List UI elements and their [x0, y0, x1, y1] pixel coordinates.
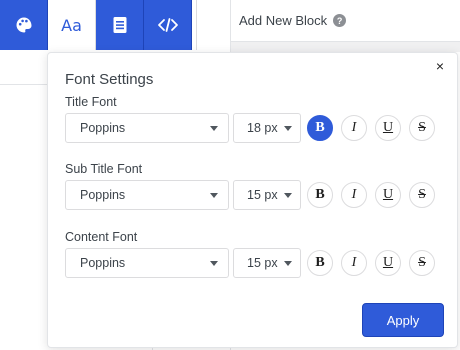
- code-tab[interactable]: [144, 0, 192, 50]
- close-button[interactable]: ×: [433, 59, 447, 73]
- subtitle-underline-button[interactable]: U: [375, 182, 401, 208]
- title-font-section: Title Font Poppins 18 px B I U S: [65, 95, 435, 143]
- subtitle-font-value: Poppins: [80, 188, 126, 202]
- title-underline-button[interactable]: U: [375, 115, 401, 141]
- content-italic-button[interactable]: I: [341, 250, 367, 276]
- add-new-block-header[interactable]: Add New Block ?: [231, 0, 460, 42]
- document-tab[interactable]: [96, 0, 144, 50]
- document-icon: [113, 17, 126, 33]
- subtitle-font-section: Sub Title Font Poppins 15 px B I U S: [65, 162, 435, 210]
- panel-divider: [196, 0, 197, 50]
- palette-tab[interactable]: [0, 0, 48, 50]
- title-size-select[interactable]: 18 px: [233, 113, 301, 143]
- chevron-down-icon: [210, 125, 218, 131]
- content-size-select[interactable]: 15 px: [233, 248, 301, 278]
- subtitle-italic-button[interactable]: I: [341, 182, 367, 208]
- subtitle-size-select[interactable]: 15 px: [233, 180, 301, 210]
- add-new-block-label: Add New Block: [239, 13, 328, 28]
- chevron-down-icon: [284, 260, 292, 266]
- title-strikethrough-button[interactable]: S: [409, 115, 435, 141]
- typography-icon: Aa: [61, 15, 82, 35]
- chevron-down-icon: [284, 192, 292, 198]
- content-size-value: 15 px: [247, 256, 278, 270]
- title-size-value: 18 px: [247, 121, 278, 135]
- popover-title: Font Settings: [65, 71, 154, 88]
- content-font-select[interactable]: Poppins: [65, 248, 229, 278]
- content-font-value: Poppins: [80, 256, 126, 270]
- content-font-label: Content Font: [65, 230, 138, 244]
- title-bold-button[interactable]: B: [307, 115, 333, 141]
- content-underline-button[interactable]: U: [375, 250, 401, 276]
- palette-icon: [16, 17, 31, 33]
- title-font-select[interactable]: Poppins: [65, 113, 229, 143]
- help-icon[interactable]: ?: [333, 14, 347, 27]
- chevron-down-icon: [284, 125, 292, 131]
- code-icon: [157, 18, 178, 32]
- content-font-section: Content Font Poppins 15 px B I U S: [65, 230, 435, 278]
- typography-tab[interactable]: Aa: [48, 0, 96, 50]
- apply-button[interactable]: Apply: [362, 303, 444, 337]
- subtitle-bold-button[interactable]: B: [307, 182, 333, 208]
- editor-toolbar: Aa: [0, 0, 196, 50]
- content-bold-button[interactable]: B: [307, 250, 333, 276]
- content-strikethrough-button[interactable]: S: [409, 250, 435, 276]
- chevron-down-icon: [210, 192, 218, 198]
- subtitle-size-value: 15 px: [247, 188, 278, 202]
- subtitle-font-select[interactable]: Poppins: [65, 180, 229, 210]
- subtitle-strikethrough-button[interactable]: S: [409, 182, 435, 208]
- chevron-down-icon: [210, 260, 218, 266]
- block-area: [231, 42, 460, 52]
- title-font-label: Title Font: [65, 95, 117, 109]
- title-font-value: Poppins: [80, 121, 126, 135]
- title-italic-button[interactable]: I: [341, 115, 367, 141]
- font-settings-popover: × Font Settings Title Font Poppins 18 px…: [47, 52, 458, 348]
- subtitle-font-label: Sub Title Font: [65, 162, 143, 176]
